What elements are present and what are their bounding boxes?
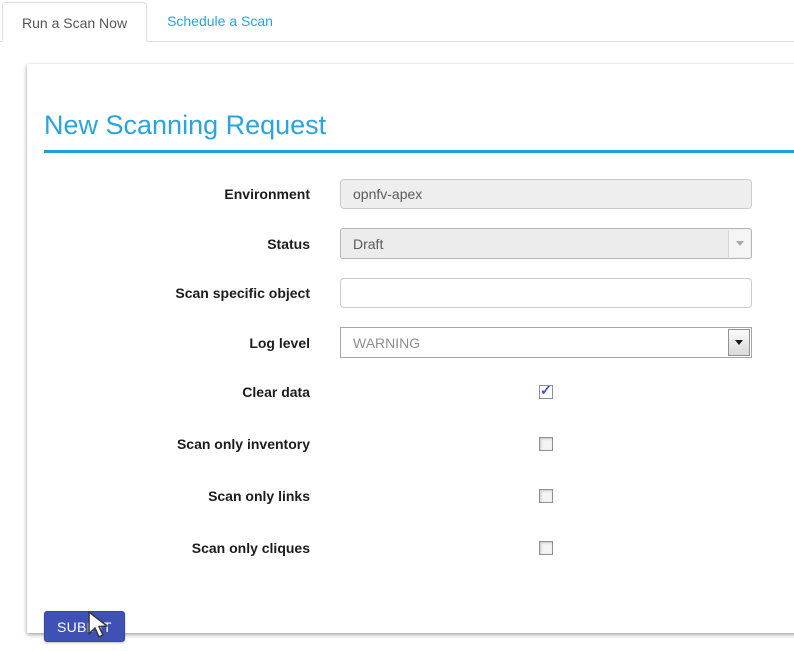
scan-request-panel: New Scanning Request Environment Status … [27, 64, 794, 633]
form-row-clear-data: Clear data ✓ [44, 377, 794, 407]
clear-data-label: Clear data [44, 384, 310, 400]
scan-only-links-label: Scan only links [44, 488, 310, 504]
clear-data-checkbox[interactable]: ✓ [539, 385, 553, 399]
scan-only-inventory-checkbox[interactable] [539, 437, 553, 451]
status-label: Status [44, 236, 310, 252]
scan-only-cliques-checkbox[interactable] [539, 541, 553, 555]
form-row-scan-specific-object: Scan specific object [44, 278, 794, 308]
status-select: Draft [340, 228, 752, 259]
form-row-environment: Environment [44, 179, 794, 209]
environment-label: Environment [44, 186, 310, 202]
log-level-select-value: WARNING [341, 335, 751, 351]
dropdown-arrow-button[interactable] [728, 329, 750, 356]
tab-run-a-scan-now[interactable]: Run a Scan Now [2, 2, 147, 42]
status-select-value: Draft [341, 236, 751, 252]
tab-bar: Run a Scan Now Schedule a Scan [0, 0, 794, 42]
form-row-log-level: Log level WARNING [44, 327, 794, 358]
dropdown-arrow-button [728, 230, 750, 257]
form-row-status: Status Draft [44, 228, 794, 259]
log-level-label: Log level [44, 335, 310, 351]
chevron-down-icon [735, 340, 743, 345]
form-row-scan-only-inventory: Scan only inventory [44, 429, 794, 459]
scan-only-links-checkbox[interactable] [539, 489, 553, 503]
environment-field [340, 179, 752, 209]
log-level-select[interactable]: WARNING [340, 327, 752, 358]
form-row-scan-only-cliques: Scan only cliques [44, 533, 794, 563]
scan-specific-object-field[interactable] [340, 278, 752, 308]
submit-button[interactable]: SUBMIT [44, 611, 125, 642]
scan-specific-object-label: Scan specific object [44, 285, 310, 301]
scan-only-inventory-label: Scan only inventory [44, 436, 310, 452]
tab-schedule-a-scan[interactable]: Schedule a Scan [147, 1, 293, 41]
scan-only-cliques-label: Scan only cliques [44, 540, 310, 556]
chevron-down-icon [736, 241, 744, 246]
form-row-scan-only-links: Scan only links [44, 481, 794, 511]
checkmark-icon: ✓ [540, 382, 552, 398]
page-title: New Scanning Request [44, 110, 794, 141]
scan-request-form: Environment Status Draft Scan specific o… [44, 179, 794, 642]
title-underline [44, 150, 794, 153]
